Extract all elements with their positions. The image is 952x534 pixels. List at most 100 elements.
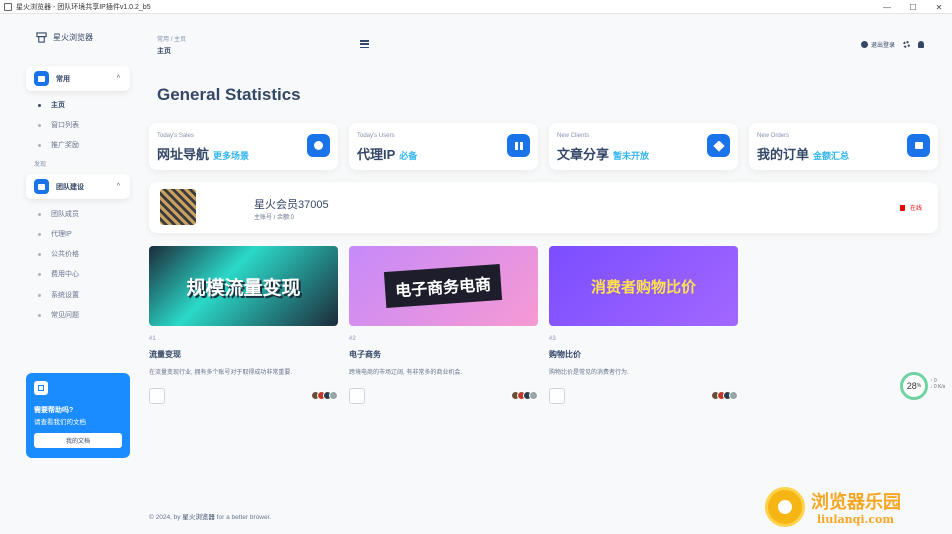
brand-logo-icon (36, 32, 47, 43)
menu-toggle-icon[interactable] (360, 40, 369, 48)
sidebar-item-settings[interactable]: 系统设置 (38, 290, 79, 300)
bullet-icon (38, 252, 41, 256)
sidebar-item-home[interactable]: 主页 (38, 100, 65, 110)
main-heading: General Statistics (157, 85, 301, 104)
stat-extra[interactable]: 必备 (399, 151, 417, 161)
project-banner[interactable]: 规模流量变现 (149, 246, 338, 326)
stat-extra[interactable]: 暂未开放 (613, 151, 649, 161)
grid-icon (507, 134, 530, 157)
bullet-icon (38, 123, 41, 127)
network-speed-widget[interactable]: 28% (900, 372, 928, 400)
project-banner[interactable]: 消费者购物比价 (549, 246, 738, 326)
stat-value: 代理IP 必备 (357, 147, 418, 162)
sidebar-item-rewards[interactable]: 推广奖励 (38, 140, 79, 150)
sidebar-item-label: 主页 (51, 102, 65, 109)
stat-card-proxy[interactable]: Today's Users 代理IP 必备 (349, 123, 538, 170)
breadcrumb-root[interactable]: 常用 (157, 37, 169, 43)
watermark: 浏览器乐园 liulanqi.com (765, 483, 945, 531)
breadcrumb-separator: / (170, 37, 173, 43)
sidebar-item-proxy-ip[interactable]: 代理IP (38, 229, 72, 239)
project-card-traffic[interactable]: 规模流量变现 #1 流量变现 在流量变现行业, 拥有多个账号对于取得成功非常重要… (149, 246, 338, 408)
watermark-logo-icon (765, 487, 805, 527)
banner-text: 规模流量变现 (186, 277, 301, 299)
footer-suffix: for a better brower. (216, 514, 272, 521)
stat-extra[interactable]: 金额汇总 (813, 151, 849, 161)
stat-value: 网址导航 更多场景 (157, 147, 250, 162)
sidebar-item-label: 公共价格 (51, 251, 79, 258)
avatar-group (511, 391, 538, 400)
stat-label: Today's Sales (157, 133, 194, 139)
speed-readout: ↑ 0 ↓ 0 K/s (930, 378, 945, 390)
trash-icon (899, 204, 905, 211)
bullet-icon (38, 293, 41, 297)
stat-card-orders[interactable]: New Orders 我的订单 金额汇总 (749, 123, 938, 170)
breadcrumb: 常用 / 主页 (157, 34, 186, 43)
speed-value: 28 (906, 381, 917, 391)
project-checkbox[interactable] (149, 388, 165, 404)
app-icon (4, 2, 12, 11)
sidebar-item-pricing[interactable]: 公共价格 (38, 249, 79, 259)
brand-name: 星火浏览器 (53, 33, 93, 42)
sidebar-item-label: 费用中心 (51, 271, 79, 278)
avatar-group (711, 391, 738, 400)
stat-extra[interactable]: 更多场景 (213, 151, 249, 161)
section-label: 常用 (56, 75, 70, 83)
maximize-button[interactable]: ☐ (900, 0, 926, 14)
logout-label: 退出登录 (870, 43, 895, 49)
bag-icon (907, 134, 930, 157)
avatar (329, 391, 338, 400)
team-icon (34, 179, 49, 194)
avatar-group (311, 391, 338, 400)
status-badge[interactable]: 在线 (899, 203, 922, 212)
stat-card-nav[interactable]: Today's Sales 网址导航 更多场景 (149, 123, 338, 170)
help-card: 需要帮助吗? 请查看我们的文档 我的文档 (26, 373, 130, 458)
minimize-button[interactable]: — (874, 0, 900, 14)
stat-value: 文章分享 暂未开放 (557, 147, 650, 162)
gear-icon[interactable] (903, 41, 910, 48)
bullet-icon (38, 212, 41, 216)
close-button[interactable]: ✕ (926, 0, 952, 14)
stat-card-articles[interactable]: New Clients 文章分享 暂未开放 (549, 123, 738, 170)
project-checkbox[interactable] (349, 388, 365, 404)
project-card-price-compare[interactable]: 消费者购物比价 #3 购物比价 购物比价是常见的消费者行为. (549, 246, 738, 408)
logout-link[interactable]: 退出登录 (860, 40, 895, 49)
bell-icon[interactable] (918, 41, 924, 48)
bullet-icon (38, 313, 41, 317)
member-balance: 主账号 / 余额:0 (254, 215, 295, 221)
sidebar-section-team[interactable]: 团队建设 ^ (26, 174, 130, 199)
document-icon (34, 381, 48, 395)
sidebar-item-faq[interactable]: 常见问题 (38, 310, 79, 320)
brand[interactable]: 星火浏览器 (36, 32, 93, 43)
top-actions: 退出登录 (860, 40, 924, 49)
breadcrumb-current: 主页 (174, 37, 187, 43)
bullet-icon (38, 103, 41, 107)
project-number: #2 (349, 336, 356, 342)
project-number: #1 (149, 336, 156, 342)
sidebar-item-windows[interactable]: 窗口列表 (38, 120, 79, 130)
banner-text: 消费者购物比价 (590, 278, 696, 296)
avatar (529, 391, 538, 400)
footer-brand-link[interactable]: 星火浏览器 (182, 514, 215, 521)
member-name: 星火会员37005 (254, 199, 329, 211)
help-subtitle: 请查看我们的文档 (34, 419, 86, 426)
sidebar-item-label: 推广奖励 (51, 142, 79, 149)
bullet-icon (38, 272, 41, 276)
sidebar-section-common[interactable]: 常用 ^ (26, 66, 130, 91)
project-description: 购物比价是常见的消费者行为. (549, 370, 629, 376)
help-title: 需要帮助吗? (34, 407, 74, 414)
sidebar-item-billing[interactable]: 费用中心 (38, 269, 79, 279)
project-card-ecommerce[interactable]: 电子商务电商 #2 电子商务 跨境电商的市场辽阔, 有非常多的商业机会. (349, 246, 538, 408)
project-banner[interactable]: 电子商务电商 (349, 246, 538, 326)
project-title: 购物比价 (549, 350, 581, 359)
bullet-icon (38, 143, 41, 147)
heart-icon (707, 134, 730, 157)
stat-label: Today's Users (357, 133, 395, 139)
docs-button[interactable]: 我的文档 (34, 433, 122, 448)
project-number: #3 (549, 336, 556, 342)
section-label: 团队建设 (56, 183, 84, 191)
project-description: 跨境电商的市场辽阔, 有非常多的商业机会. (349, 370, 463, 376)
project-checkbox[interactable] (549, 388, 565, 404)
sidebar-item-members[interactable]: 团队成员 (38, 209, 79, 219)
member-card: 星火会员37005 主账号 / 余额:0 在线 (149, 182, 938, 233)
stat-label: New Orders (757, 133, 790, 139)
